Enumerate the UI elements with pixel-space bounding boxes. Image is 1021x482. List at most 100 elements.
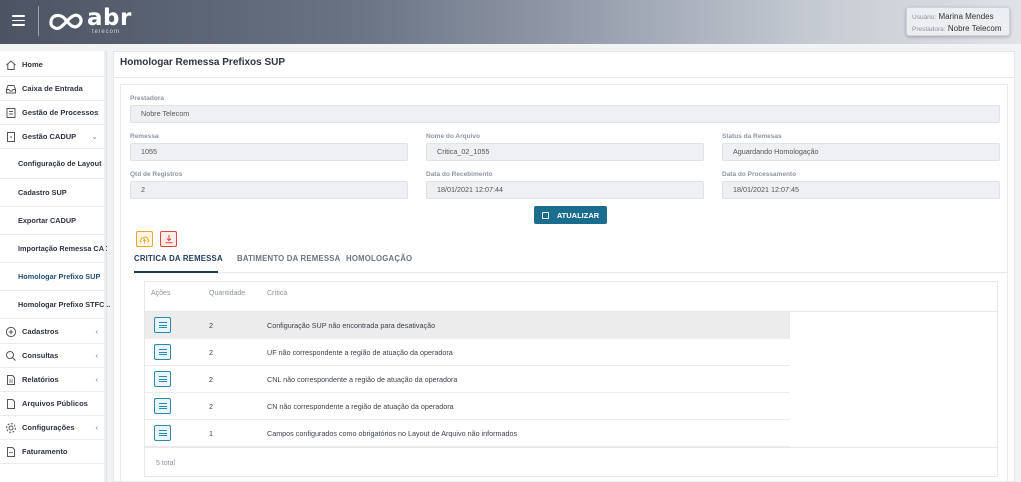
sidebar-item-cadastro-sup[interactable]: Cadastro SUP bbox=[0, 179, 107, 207]
page-title: Homologar Remessa Prefixos SUP bbox=[120, 57, 286, 68]
quantidade-cell: 2 bbox=[209, 348, 213, 357]
sidebar-item-label: Homologar Prefixo STFC... bbox=[18, 300, 111, 309]
data-recebimento-label: Data do Recebimento bbox=[426, 171, 493, 178]
sidebar-item-gestao-processos[interactable]: Gestão de Processos ‹ bbox=[0, 101, 107, 125]
sidebar-item-consultas[interactable]: Consultas ‹ bbox=[0, 344, 107, 368]
report-icon bbox=[7, 374, 15, 385]
row-menu-button[interactable] bbox=[154, 425, 171, 441]
tab-homologacao[interactable]: HOMOLOGAÇÃO bbox=[346, 251, 412, 273]
qtd-registros-label: Qtd de Registros bbox=[130, 171, 183, 178]
sidebar-scrollbar[interactable] bbox=[104, 51, 106, 482]
chevron-down-icon: ⌄ bbox=[91, 132, 98, 141]
sidebar-item-label: Relatórios bbox=[22, 375, 59, 384]
sidebar-item-label: Exportar CADUP bbox=[18, 216, 76, 225]
sidebar-item-label: Gestão CADUP bbox=[22, 132, 77, 141]
table-row: 2 UF não correspondente a região de atua… bbox=[145, 339, 790, 366]
sidebar-item-arquivos-publicos[interactable]: Arquivos Públicos bbox=[0, 392, 107, 416]
sidebar-item-label: Home bbox=[22, 60, 43, 69]
download-button[interactable] bbox=[160, 231, 177, 247]
sidebar-item-configuracoes[interactable]: Configurações ‹ bbox=[0, 416, 107, 440]
status-remessa-field[interactable]: Aguardando Homologação bbox=[722, 143, 1000, 161]
table-row: 2 Configuração SUP não encontrada para d… bbox=[145, 312, 790, 339]
qtd-registros-field[interactable]: 2 bbox=[130, 181, 408, 199]
top-header: abr telecom Usuário: Marina Mendes Prest… bbox=[0, 0, 1021, 44]
data-processamento-field[interactable]: 18/01/2021 12:07:45 bbox=[722, 181, 1000, 199]
tab-batimento-remessa[interactable]: BATIMENTO DA REMESSA bbox=[237, 251, 341, 273]
chevron-left-icon: ‹ bbox=[95, 351, 98, 360]
document-icon bbox=[7, 131, 15, 142]
gear-icon bbox=[6, 422, 16, 433]
divider bbox=[114, 77, 1014, 78]
tab-critica-remessa[interactable]: CRITICA DA REMESSA bbox=[134, 251, 223, 273]
sidebar-item-label: Faturamento bbox=[22, 447, 68, 456]
billing-icon bbox=[7, 446, 15, 457]
sidebar-item-home[interactable]: Home bbox=[0, 53, 107, 77]
cloud-upload-icon bbox=[139, 236, 149, 244]
sidebar-item-configuracao-layout[interactable]: Configuração de Layout bbox=[0, 149, 107, 179]
sidebar-item-faturamento[interactable]: Faturamento bbox=[0, 440, 107, 464]
column-header-critica: Crítica bbox=[267, 290, 288, 297]
row-menu-button[interactable] bbox=[154, 344, 171, 360]
sidebar-item-importacao-remessa[interactable]: Importação Remessa CADUP bbox=[0, 235, 107, 263]
header-spacer bbox=[0, 44, 1021, 51]
logo-text: abr bbox=[87, 5, 132, 31]
logo-subtext: telecom bbox=[92, 29, 121, 35]
sidebar-item-homologar-prefixo-stfc[interactable]: Homologar Prefixo STFC... bbox=[0, 291, 111, 319]
user-label: Usuário: bbox=[912, 14, 937, 21]
main-content: Homologar Remessa Prefixos SUP Prestador… bbox=[113, 51, 1015, 482]
sidebar-item-label: Gestão de Processos bbox=[22, 108, 99, 117]
sidebar-item-homologar-prefixo-sup[interactable]: Homologar Prefixo SUP bbox=[0, 263, 107, 291]
critica-cell: CN não correspondente a região de atuaçã… bbox=[267, 402, 454, 411]
prestadora-label: Prestadora bbox=[130, 95, 164, 102]
row-menu-button[interactable] bbox=[154, 317, 171, 333]
column-header-quantidade: Quantidade bbox=[209, 290, 246, 297]
table-row: 1 Campos configurados como obrigatórios … bbox=[145, 420, 790, 447]
download-icon bbox=[165, 235, 172, 244]
file-icon bbox=[7, 398, 15, 409]
prestadora-field[interactable]: Nobre Telecom bbox=[130, 105, 1000, 123]
critica-cell: Campos configurados como obrigatórios no… bbox=[267, 429, 518, 438]
atualizar-button[interactable]: ATUALIZAR bbox=[534, 206, 607, 224]
search-icon bbox=[6, 350, 16, 361]
user-name: Marina Mendes bbox=[938, 12, 994, 21]
nome-arquivo-field[interactable]: Critica_02_1055 bbox=[426, 143, 704, 161]
chevron-left-icon: ‹ bbox=[95, 327, 98, 336]
save-icon bbox=[541, 211, 549, 219]
sidebar: Home Caixa de Entrada Gestão de Processo… bbox=[0, 51, 111, 482]
sidebar-item-label: Configuração de Layout bbox=[18, 159, 102, 168]
provider-name: Nobre Telecom bbox=[947, 24, 1002, 33]
row-menu-button[interactable] bbox=[154, 371, 171, 387]
chevron-left-icon: ‹ bbox=[96, 108, 99, 117]
sidebar-item-exportar-cadup[interactable]: Exportar CADUP bbox=[0, 207, 107, 235]
criticas-table: Ações Quantidade Crítica 2 Configuração … bbox=[144, 281, 998, 477]
sidebar-item-label: Configurações bbox=[22, 423, 75, 432]
sidebar-item-label: Importação Remessa CADUP bbox=[18, 244, 107, 253]
remessa-field[interactable]: 1055 bbox=[130, 143, 408, 161]
sidebar-item-label: Consultas bbox=[22, 351, 59, 360]
user-info-box[interactable]: Usuário: Marina Mendes Prestadora: Nobre… bbox=[906, 7, 1010, 36]
hamburger-menu-icon[interactable] bbox=[12, 15, 25, 26]
table-total: 5 total bbox=[156, 460, 176, 467]
chevron-left-icon: ‹ bbox=[95, 423, 98, 432]
critica-cell: CNL não correspondente a região de atuaç… bbox=[267, 375, 458, 384]
logo-divider bbox=[38, 6, 39, 36]
critica-cell: Configuração SUP não encontrada para des… bbox=[267, 321, 436, 330]
sidebar-item-label: Caixa de Entrada bbox=[22, 84, 83, 93]
data-recebimento-field[interactable]: 18/01/2021 12:07:44 bbox=[426, 181, 704, 199]
inbox-icon bbox=[6, 84, 16, 93]
sidebar-item-cadastros[interactable]: Cadastros ‹ bbox=[0, 320, 107, 344]
quantidade-cell: 1 bbox=[209, 429, 213, 438]
sidebar-item-label: Cadastros bbox=[22, 327, 59, 336]
sidebar-item-relatorios[interactable]: Relatórios ‹ bbox=[0, 368, 107, 392]
column-header-acoes: Ações bbox=[151, 290, 171, 297]
chevron-left-icon: ‹ bbox=[95, 375, 98, 384]
upload-button[interactable] bbox=[136, 231, 153, 247]
row-menu-button[interactable] bbox=[154, 398, 171, 414]
table-row: 2 CNL não correspondente a região de atu… bbox=[145, 366, 790, 393]
divider bbox=[145, 447, 997, 448]
quantidade-cell: 2 bbox=[209, 402, 213, 411]
sidebar-item-gestao-cadup[interactable]: Gestão CADUP ⌄ bbox=[0, 125, 107, 149]
table-row: 2 CN não correspondente a região de atua… bbox=[145, 393, 790, 420]
sidebar-item-caixa-entrada[interactable]: Caixa de Entrada bbox=[0, 77, 107, 101]
atualizar-label: ATUALIZAR bbox=[556, 210, 600, 220]
